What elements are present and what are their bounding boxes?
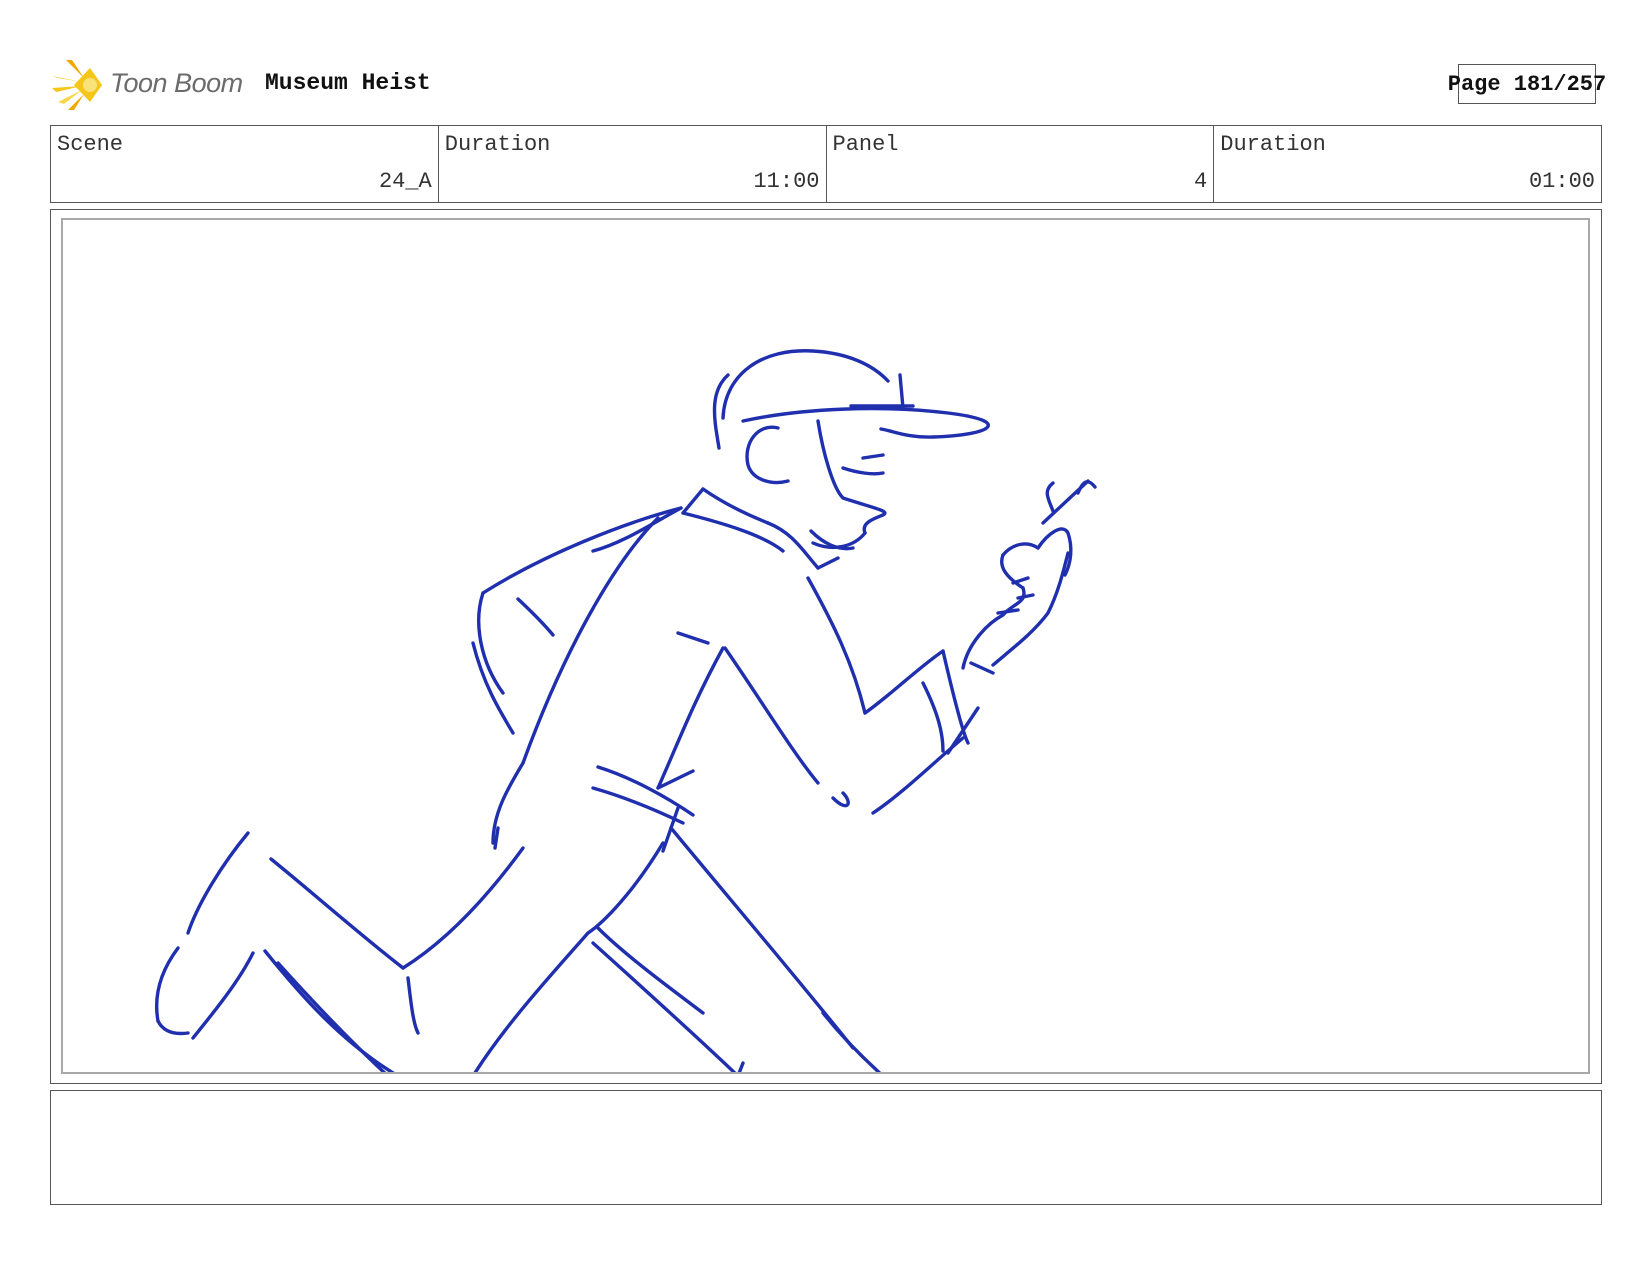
panel-drawing-area [61,218,1590,1074]
dialogue-notes-box [50,1090,1602,1205]
running-man-sketch [155,349,1097,1072]
storyboard-panel [50,209,1602,1084]
scene-cell: Scene 24_A [51,126,439,202]
panel-duration-cell: Duration 01:00 [1214,126,1601,202]
scene-duration-cell: Duration 11:00 [439,126,827,202]
scene-info-table: Scene 24_A Duration 11:00 Panel 4 Durati… [50,125,1602,203]
toon-boom-logo: Toon Boom [52,58,252,112]
panel-value: 4 [1194,169,1208,194]
toon-boom-star-icon [52,60,102,110]
panel-label: Panel [832,132,899,157]
panel-cell: Panel 4 [827,126,1215,202]
panel-duration-label: Duration [1220,132,1326,157]
logo-text: Toon Boom [110,68,243,98]
scene-value: 24_A [378,169,432,194]
page-number: Page 181/257 [1448,64,1606,104]
panel-duration-value: 01:00 [1528,169,1595,194]
scene-duration-label: Duration [444,132,551,157]
project-title: Museum Heist [265,70,431,96]
scene-label: Scene [57,132,124,157]
scene-duration-value: 11:00 [753,169,820,194]
page-header: Toon Boom Museum Heist Page 181/257 [52,58,1606,112]
